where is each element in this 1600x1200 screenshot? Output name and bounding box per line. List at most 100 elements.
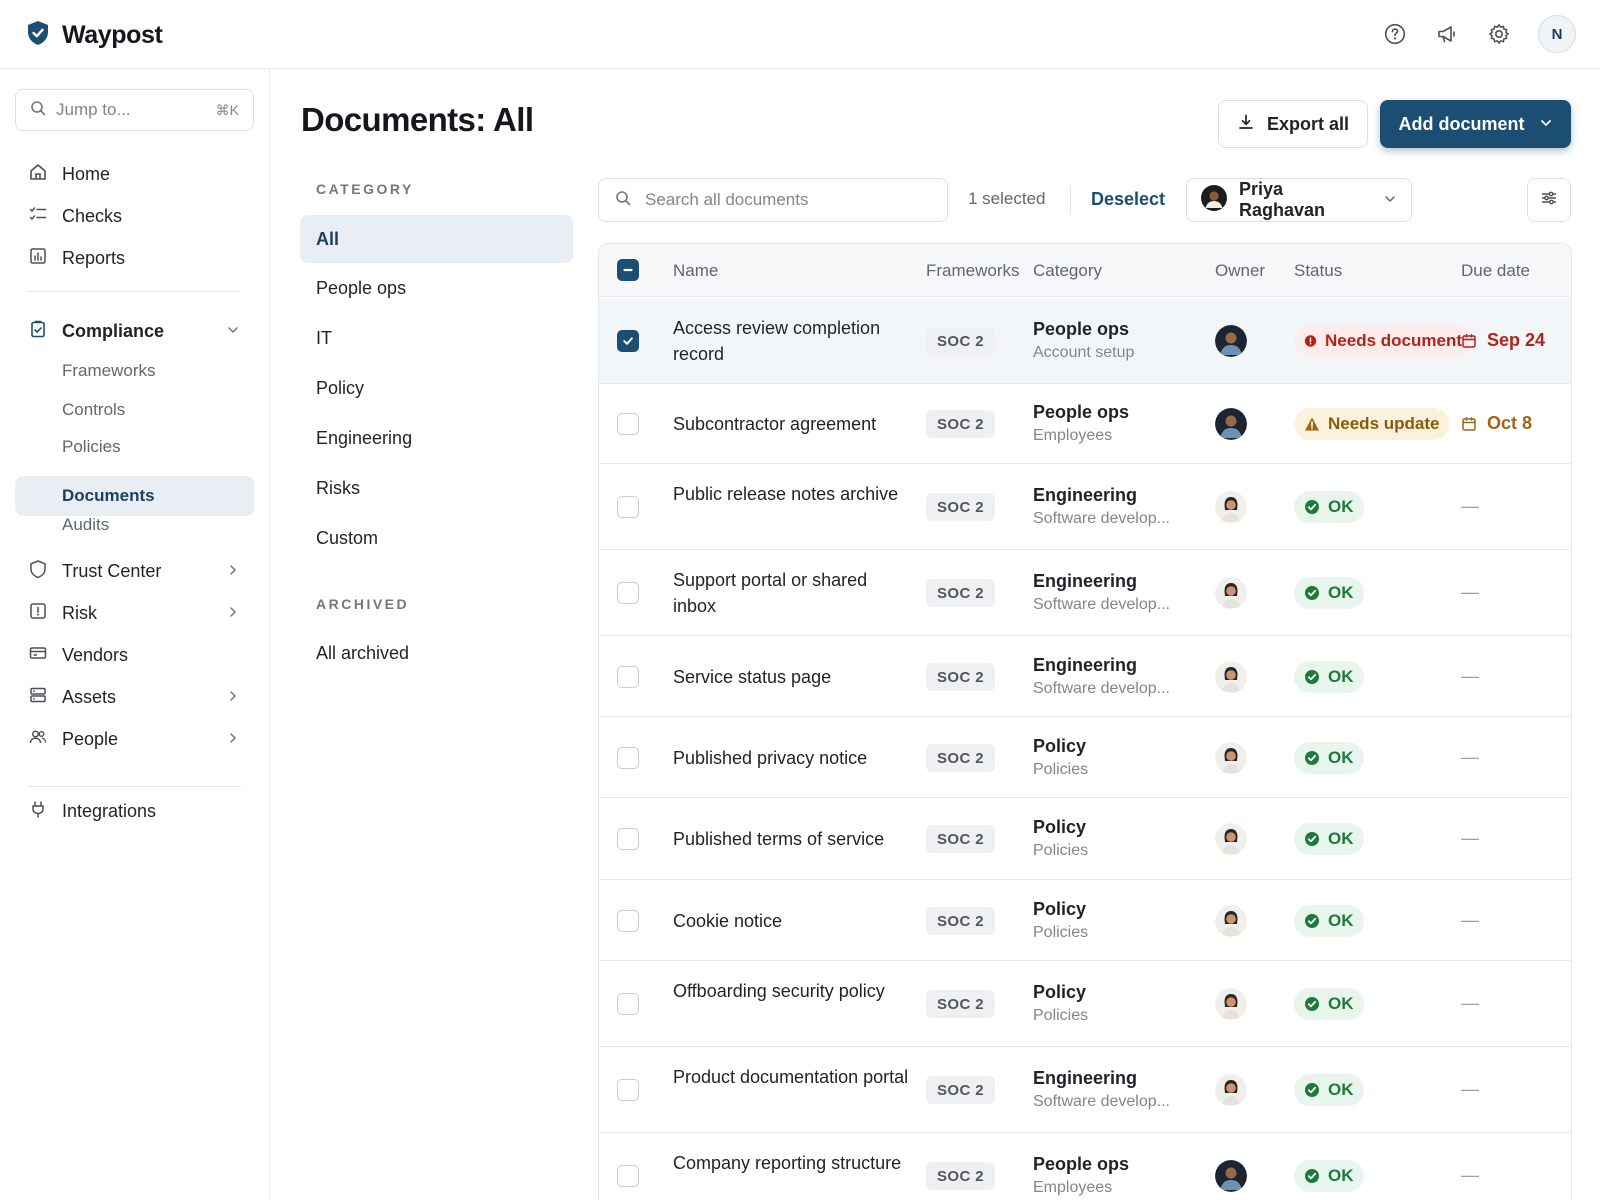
- shield-icon: [28, 559, 48, 584]
- sidebar-item-vendors[interactable]: Vendors: [28, 643, 128, 668]
- column-header-owner[interactable]: Owner: [1215, 261, 1265, 281]
- sidebar-sub-documents[interactable]: Documents: [15, 476, 254, 516]
- sidebar-item-risk[interactable]: Risk: [28, 601, 237, 626]
- help-icon[interactable]: [1382, 21, 1408, 47]
- owner-avatar[interactable]: [1215, 988, 1247, 1020]
- sidebar-sub-policies[interactable]: Policies: [62, 437, 121, 457]
- sidebar-item-people[interactable]: People: [28, 727, 237, 752]
- document-name[interactable]: Company reporting structure: [673, 1150, 913, 1176]
- category-item-risks[interactable]: Risks: [316, 478, 360, 499]
- category-item-policy[interactable]: Policy: [316, 378, 364, 399]
- megaphone-icon[interactable]: [1434, 21, 1460, 47]
- document-name[interactable]: Offboarding security policy: [673, 978, 913, 1004]
- owner-avatar[interactable]: [1215, 742, 1247, 774]
- owner-avatar[interactable]: [1215, 1074, 1247, 1106]
- add-document-button[interactable]: Add document: [1380, 100, 1571, 148]
- framework-badge: SOC 2: [926, 327, 996, 355]
- document-name[interactable]: Product documentation portal: [673, 1064, 913, 1090]
- owner-avatar[interactable]: [1215, 408, 1247, 440]
- document-name[interactable]: Published privacy notice: [673, 745, 913, 771]
- row-checkbox[interactable]: [617, 1165, 639, 1187]
- status-badge: Needs document: [1294, 325, 1472, 357]
- sidebar-item-home[interactable]: Home: [28, 162, 110, 187]
- row-checkbox[interactable]: [617, 413, 639, 435]
- export-all-button[interactable]: Export all: [1218, 100, 1368, 148]
- deselect-button[interactable]: Deselect: [1091, 189, 1165, 210]
- table-row[interactable]: Cookie notice SOC 2 Policy Policies OK —: [599, 880, 1571, 961]
- sidebar-item-reports[interactable]: Reports: [28, 246, 125, 271]
- sidebar-item-checks[interactable]: Checks: [28, 204, 122, 229]
- document-name[interactable]: Subcontractor agreement: [673, 411, 913, 437]
- sidebar-sub-controls[interactable]: Controls: [62, 400, 125, 420]
- column-header-frameworks[interactable]: Frameworks: [926, 261, 1020, 281]
- status-label: OK: [1328, 1166, 1354, 1185]
- table-row[interactable]: Company reporting structure SOC 2 People o…: [599, 1133, 1571, 1200]
- sidebar-item-assets[interactable]: Assets: [28, 685, 237, 710]
- gear-icon[interactable]: [1486, 21, 1512, 47]
- row-checkbox[interactable]: [617, 910, 639, 932]
- table-row[interactable]: Support portal or shared inbox SOC 2 Engin…: [599, 550, 1571, 636]
- document-name[interactable]: Published terms of service: [673, 826, 913, 852]
- row-checkbox[interactable]: [617, 1079, 639, 1101]
- category-cell: People ops Employees: [1033, 400, 1193, 448]
- row-checkbox[interactable]: [617, 582, 639, 604]
- row-checkbox[interactable]: [617, 330, 639, 352]
- owner-avatar[interactable]: [1215, 905, 1247, 937]
- owner-avatar[interactable]: [1215, 1160, 1247, 1192]
- chevron-right-icon: [226, 729, 240, 750]
- row-checkbox[interactable]: [617, 496, 639, 518]
- column-header-status[interactable]: Status: [1294, 261, 1342, 281]
- document-name[interactable]: Support portal or shared inbox: [673, 567, 913, 619]
- search-documents-input[interactable]: Search all documents: [598, 178, 948, 222]
- row-checkbox[interactable]: [617, 666, 639, 688]
- document-name[interactable]: Cookie notice: [673, 908, 913, 934]
- owner-filter-label: Priya Raghavan: [1239, 179, 1326, 220]
- alert-square-icon: [28, 601, 48, 626]
- row-checkbox[interactable]: [617, 993, 639, 1015]
- owner-avatar[interactable]: [1215, 325, 1247, 357]
- table-row[interactable]: Service status page SOC 2 Engineering Softw…: [599, 636, 1571, 717]
- brand[interactable]: Waypost: [26, 20, 163, 51]
- category-item-custom[interactable]: Custom: [316, 528, 378, 549]
- table-row[interactable]: Product documentation portal SOC 2 Enginee…: [599, 1047, 1571, 1133]
- category-item-people-ops[interactable]: People ops: [316, 278, 406, 299]
- document-name[interactable]: Public release notes archive: [673, 481, 913, 507]
- status-badge: OK: [1294, 905, 1364, 937]
- sidebar-sub-frameworks[interactable]: Frameworks: [62, 361, 156, 381]
- owner-filter-dropdown[interactable]: Priya Raghavan: [1186, 178, 1412, 222]
- column-header-name[interactable]: Name: [673, 261, 718, 281]
- table-row[interactable]: Public release notes archive SOC 2 Enginee…: [599, 464, 1571, 550]
- table-row[interactable]: Subcontractor agreement SOC 2 People ops Em…: [599, 384, 1571, 464]
- jump-to-input[interactable]: Jump to... ⌘K: [15, 89, 254, 131]
- category-item-all[interactable]: All: [300, 215, 573, 263]
- owner-avatar[interactable]: [1215, 661, 1247, 693]
- table-row[interactable]: Access review completion record SOC 2 Peop…: [599, 298, 1571, 384]
- row-checkbox[interactable]: [617, 828, 639, 850]
- table-row[interactable]: Offboarding security policy SOC 2 Policy Po…: [599, 961, 1571, 1047]
- due-date-label: —: [1461, 666, 1479, 686]
- framework-badge: SOC 2: [926, 410, 996, 438]
- row-checkbox[interactable]: [617, 747, 639, 769]
- category-item-it[interactable]: IT: [316, 328, 332, 349]
- table-row[interactable]: Published privacy notice SOC 2 Policy Polic…: [599, 717, 1571, 798]
- sidebar-item-trust-center[interactable]: Trust Center: [28, 559, 237, 584]
- owner-avatar[interactable]: [1215, 823, 1247, 855]
- sidebar-sub-audits[interactable]: Audits: [62, 515, 109, 535]
- document-name[interactable]: Service status page: [673, 664, 913, 690]
- category-item-all-archived[interactable]: All archived: [316, 643, 409, 664]
- column-header-category[interactable]: Category: [1033, 261, 1102, 281]
- document-name[interactable]: Access review completion record: [673, 315, 913, 367]
- sidebar-item-compliance[interactable]: Compliance: [28, 319, 238, 344]
- user-avatar[interactable]: N: [1538, 15, 1576, 53]
- due-date-label: Oct 8: [1487, 413, 1533, 433]
- status-label: OK: [1328, 829, 1354, 848]
- category-item-engineering[interactable]: Engineering: [316, 428, 412, 449]
- owner-avatar[interactable]: [1215, 491, 1247, 523]
- sidebar-item-integrations[interactable]: Integrations: [28, 799, 156, 824]
- subcategory-name: Policies: [1033, 842, 1089, 859]
- table-row[interactable]: Published terms of service SOC 2 Policy Pol…: [599, 798, 1571, 880]
- filter-settings-button[interactable]: [1527, 178, 1571, 222]
- column-header-due-date[interactable]: Due date: [1461, 261, 1530, 281]
- owner-avatar[interactable]: [1215, 577, 1247, 609]
- select-all-checkbox[interactable]: [617, 259, 639, 281]
